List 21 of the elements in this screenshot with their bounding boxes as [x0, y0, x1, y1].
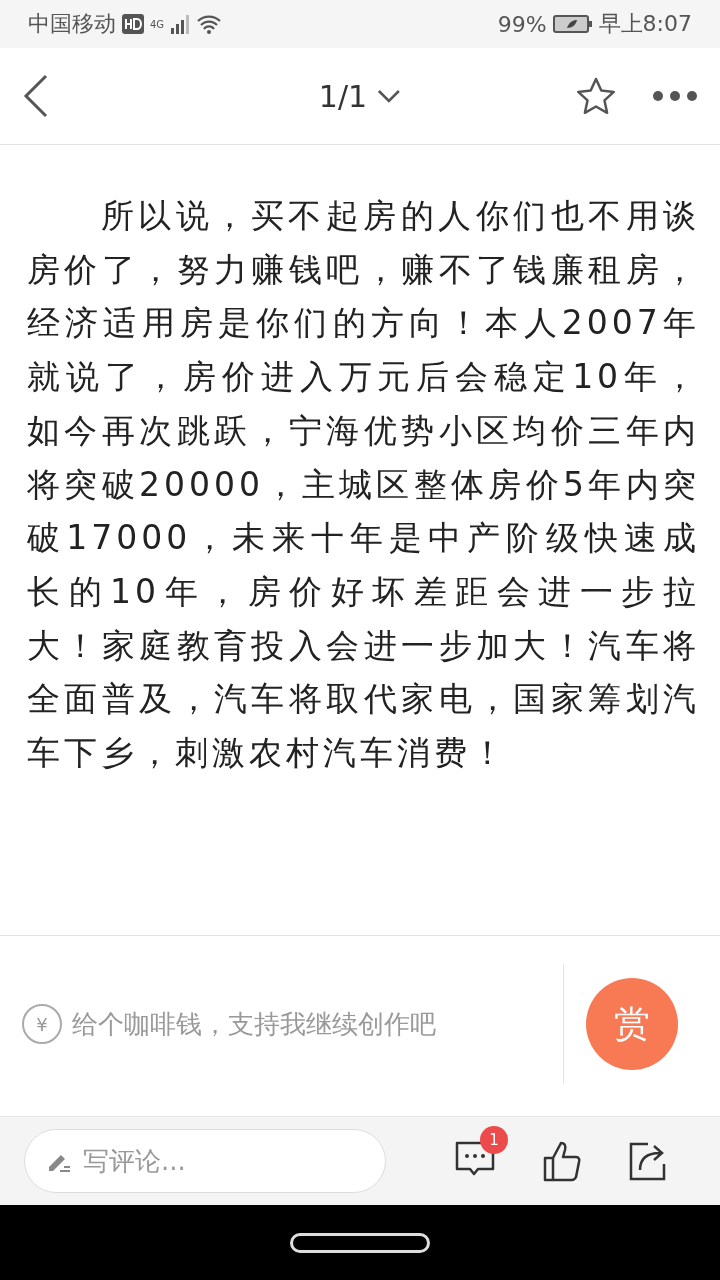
- home-button[interactable]: [290, 1232, 430, 1253]
- reward-prompt: 给个咖啡钱，支持我继续创作吧: [72, 1007, 436, 1041]
- battery-icon: [552, 14, 593, 34]
- article-paragraph: 所以说，买不起房的人你们也不用谈房价了，努力赚钱吧，赚不了钱廉租房，经济适用房是你们的方向！本人2007年就说了，房价进入万元后会稳定10年，如今再次跳跃，宁海优势小区均价三年内将突破20000，主城区整体房价5年内突破17000，未来十年是中产阶级快速成长的10年，房价好坏差距会进一步拉大！家庭教育投入会进一步加大！汽车将全面普及，汽车将取代家电，国家筹划汽车下乡，刺激农村汽车消费！: [27, 195, 700, 775]
- like-button[interactable]: [542, 1140, 582, 1182]
- share-button[interactable]: [628, 1140, 668, 1182]
- signal-icon: [170, 14, 191, 34]
- network-type: 4G: [150, 19, 165, 30]
- hd-icon: [122, 14, 144, 34]
- wifi-icon: [196, 14, 223, 34]
- comment-field[interactable]: 写评论...: [24, 1129, 386, 1193]
- clock: 早上8:07: [598, 10, 692, 38]
- currency-icon: ¥: [22, 1004, 62, 1044]
- battery-percent: 99%: [497, 11, 547, 37]
- page-selector[interactable]: 1/1: [318, 78, 402, 114]
- favorite-star-button[interactable]: [576, 77, 616, 115]
- back-button[interactable]: [22, 72, 50, 120]
- carrier-name: 中国移动: [28, 10, 116, 38]
- caret-icon: [377, 89, 402, 103]
- more-options-button[interactable]: [652, 90, 698, 102]
- comment-count-badge: 1: [480, 1126, 508, 1154]
